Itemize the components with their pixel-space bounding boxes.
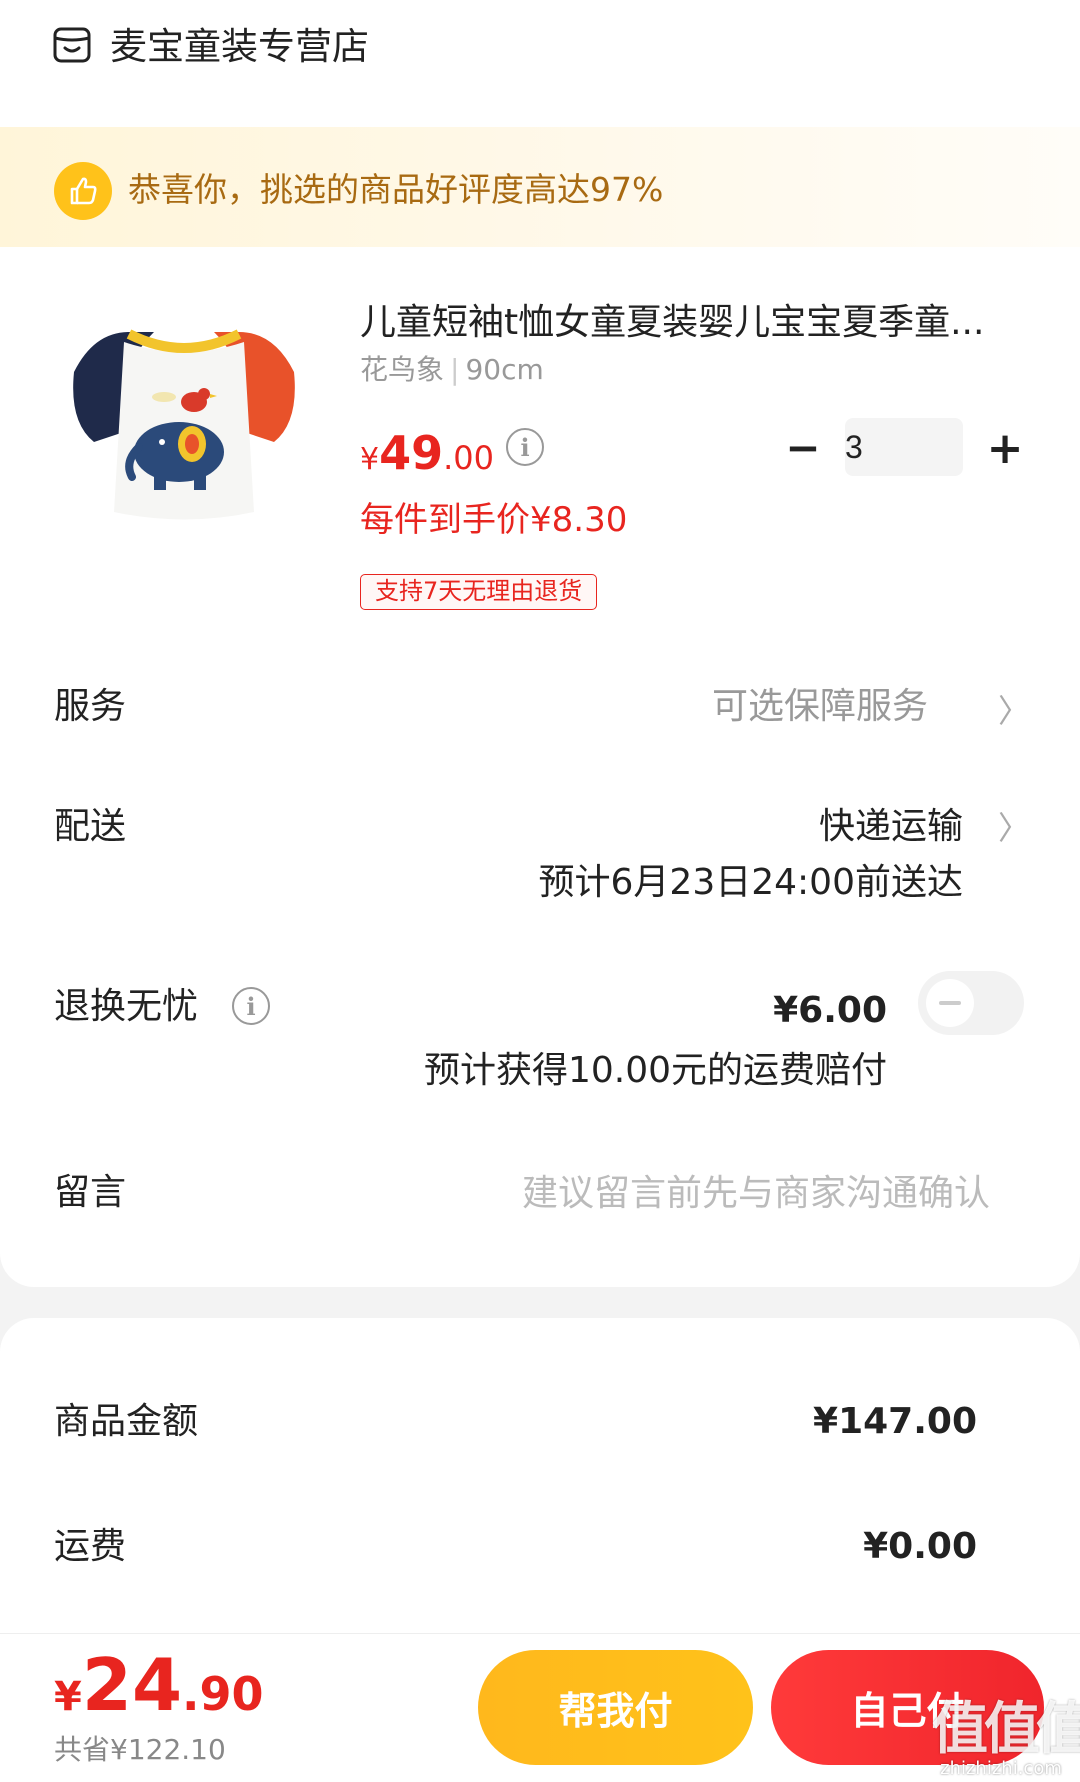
spec-size: 90cm — [465, 353, 544, 386]
message-label: 留言 — [54, 1172, 127, 1213]
watermark-text: zhizhizhi.com — [940, 1758, 1062, 1779]
price-integer: 49 — [379, 426, 444, 480]
shipping-method[interactable]: 快递运输 — [819, 802, 963, 852]
shop-name[interactable]: 麦宝童装专营店 — [110, 22, 369, 72]
return-worry-free-price: ¥6.00 — [773, 990, 887, 1031]
quantity-decrease-button[interactable]: − — [785, 423, 820, 472]
product-image[interactable] — [54, 312, 314, 542]
product-spec[interactable]: 花鸟象 | 90cm — [360, 350, 544, 390]
unit-price: 每件到手价¥8.30 — [360, 500, 628, 540]
chevron-right-icon[interactable]: 〉 — [998, 686, 1030, 736]
freight-label: 运费 — [54, 1526, 127, 1567]
message-input[interactable] — [420, 1168, 990, 1218]
service-value[interactable]: 可选保障服务 — [712, 682, 928, 732]
store-icon — [52, 26, 92, 64]
spec-separator: | — [450, 353, 460, 386]
product-title[interactable]: 儿童短袖t恤女童夏装婴儿宝宝夏季童... — [360, 298, 1020, 348]
quantity-input[interactable] — [845, 418, 963, 476]
return-worry-free-label: 退换无忧 — [54, 986, 199, 1027]
site-watermark: 值值值 zhizhizhi.com — [928, 1698, 1080, 1782]
return-policy-tag: 支持7天无理由退货 — [360, 574, 598, 610]
spec-name: 花鸟象 — [360, 353, 445, 386]
total-integer: 24 — [81, 1643, 183, 1727]
shipping-eta: 预计6月23日24:00前送达 — [538, 862, 963, 903]
chevron-right-icon[interactable]: 〉 — [998, 803, 1030, 853]
price-decimal: .00 — [443, 439, 494, 477]
return-info-icon[interactable]: i — [232, 987, 270, 1025]
total-currency: ¥ — [54, 1674, 82, 1720]
total-decimal: .90 — [182, 1667, 264, 1721]
goods-amount-value: ¥147.00 — [813, 1401, 977, 1442]
help-me-pay-button[interactable]: 帮我付 — [478, 1650, 753, 1765]
toggle-knob — [926, 979, 974, 1027]
thumbs-up-icon — [54, 162, 112, 220]
total-saved: 共省¥122.10 — [54, 1733, 226, 1766]
freight-value: ¥0.00 — [863, 1526, 977, 1567]
service-label: 服务 — [54, 686, 127, 727]
goods-amount-label: 商品金额 — [54, 1401, 199, 1442]
rating-banner-text: 恭喜你，挑选的商品好评度高达97% — [128, 170, 664, 209]
return-worry-free-toggle[interactable] — [918, 971, 1024, 1035]
quantity-increase-button[interactable]: + — [985, 423, 1025, 474]
product-price: ¥49.00 — [360, 425, 494, 492]
return-compensation-note: 预计获得10.00元的运费赔付 — [423, 1050, 887, 1091]
shipping-label: 配送 — [54, 806, 127, 847]
price-currency: ¥ — [360, 442, 380, 477]
price-info-icon[interactable]: i — [506, 428, 544, 466]
watermark-glyphs: 值值值 — [932, 1697, 1080, 1762]
